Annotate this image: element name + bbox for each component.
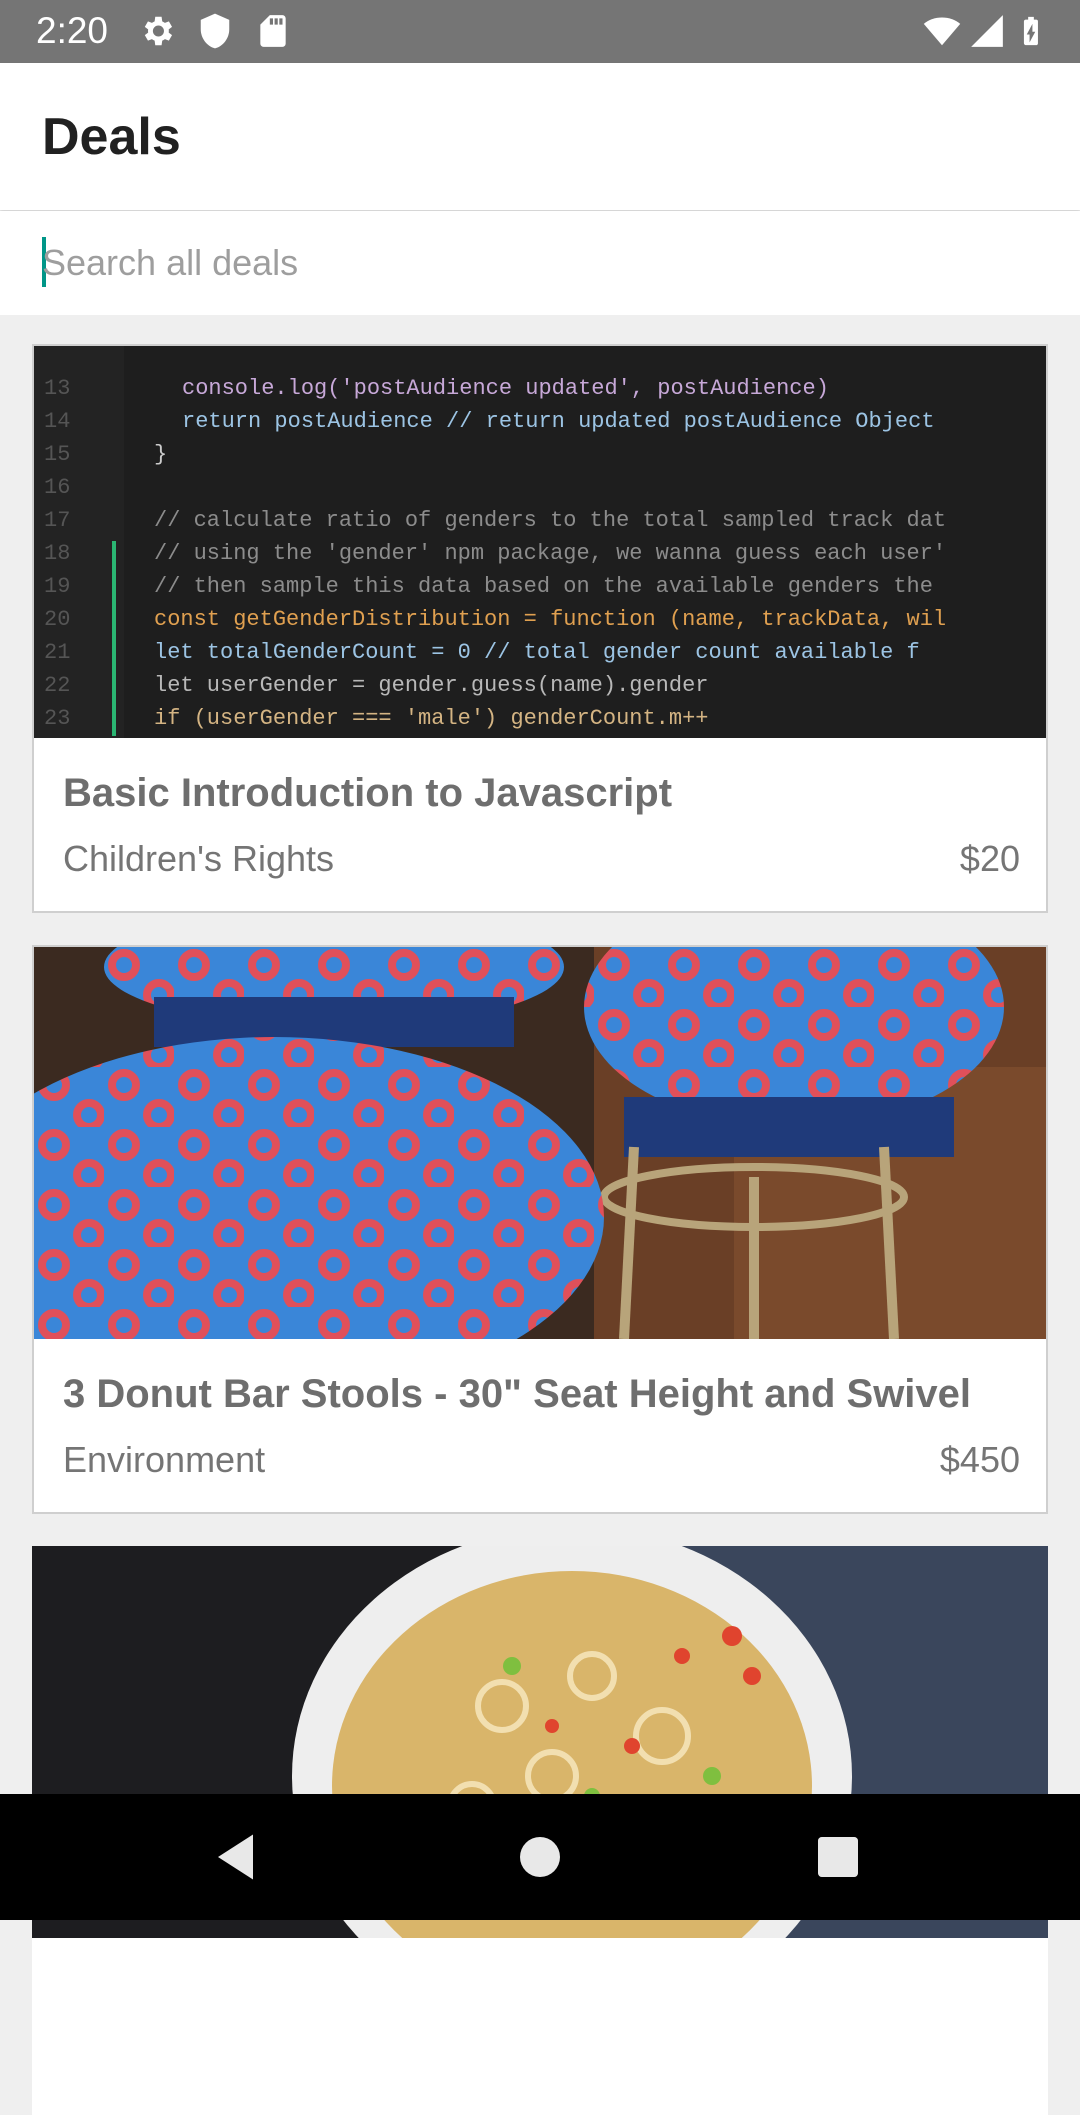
navigation-bar [0, 1794, 1080, 1920]
donut-bar-stools-photo [34, 947, 1046, 1339]
svg-text:18: 18 [44, 541, 70, 566]
search-bar [0, 211, 1080, 315]
sd-card-icon [260, 15, 286, 47]
search-input[interactable] [42, 231, 1022, 295]
shield-icon [200, 13, 230, 49]
recents-icon[interactable] [808, 1827, 868, 1887]
deal-title: Basic Introduction to Javascript [63, 771, 673, 815]
home-icon[interactable] [510, 1827, 570, 1887]
back-icon[interactable] [208, 1827, 268, 1887]
code-line: } [154, 442, 167, 467]
svg-text:19: 19 [44, 574, 70, 599]
code-line: const getGenderDistribution = function (… [154, 607, 946, 632]
svg-text:16: 16 [44, 475, 70, 500]
svg-text:21: 21 [44, 640, 70, 665]
status-time: 2:20 [36, 10, 109, 51]
svg-text:15: 15 [44, 442, 70, 467]
svg-text:23: 23 [44, 706, 70, 731]
cell-signal-icon [971, 15, 1003, 47]
code-line: return postAudience // return updated po… [182, 409, 935, 434]
deal-image-code-editor: 13 14 15 16 17 18 19 20 21 22 23 console… [34, 346, 1046, 738]
svg-text:20: 20 [44, 607, 70, 632]
gear-icon [144, 16, 173, 46]
code-line: // calculate ratio of genders to the tot… [154, 508, 946, 533]
code-line: console.log('postAudience updated', post… [182, 376, 829, 401]
svg-text:14: 14 [44, 409, 70, 434]
code-line: let userGender = gender.guess(name).gend… [154, 673, 709, 698]
deal-category: Environment [63, 1439, 266, 1480]
code-line: if (userGender === 'male') genderCount.m… [154, 706, 709, 731]
svg-text:22: 22 [44, 673, 70, 698]
deal-card[interactable]: 3 Donut Bar Stools - 30" Seat Height and… [32, 945, 1048, 1514]
deal-price: $20 [959, 838, 1020, 879]
battery-icon [1023, 16, 1038, 46]
svg-text:13: 13 [44, 376, 70, 401]
svg-text:17: 17 [44, 508, 70, 533]
deal-title: 3 Donut Bar Stools - 30" Seat Height and… [63, 1372, 972, 1416]
code-line: // using the 'gender' npm package, we wa… [154, 541, 946, 566]
status-bar: 2:20 [0, 0, 1080, 63]
deal-image-bar-stools [34, 947, 1046, 1339]
app-bar: Deals [0, 63, 1080, 210]
code-line: // then sample this data based on the av… [154, 574, 933, 599]
page-title: Deals [42, 108, 181, 166]
code-line: let totalGenderCount = 0 // total gender… [154, 640, 920, 665]
deal-price: $450 [939, 1439, 1020, 1480]
deal-card[interactable]: 13 14 15 16 17 18 19 20 21 22 23 console… [32, 344, 1048, 913]
deal-category: Children's Rights [63, 838, 334, 879]
wifi-icon [923, 17, 961, 46]
code-editor-screenshot: 13 14 15 16 17 18 19 20 21 22 23 console… [34, 346, 1046, 738]
